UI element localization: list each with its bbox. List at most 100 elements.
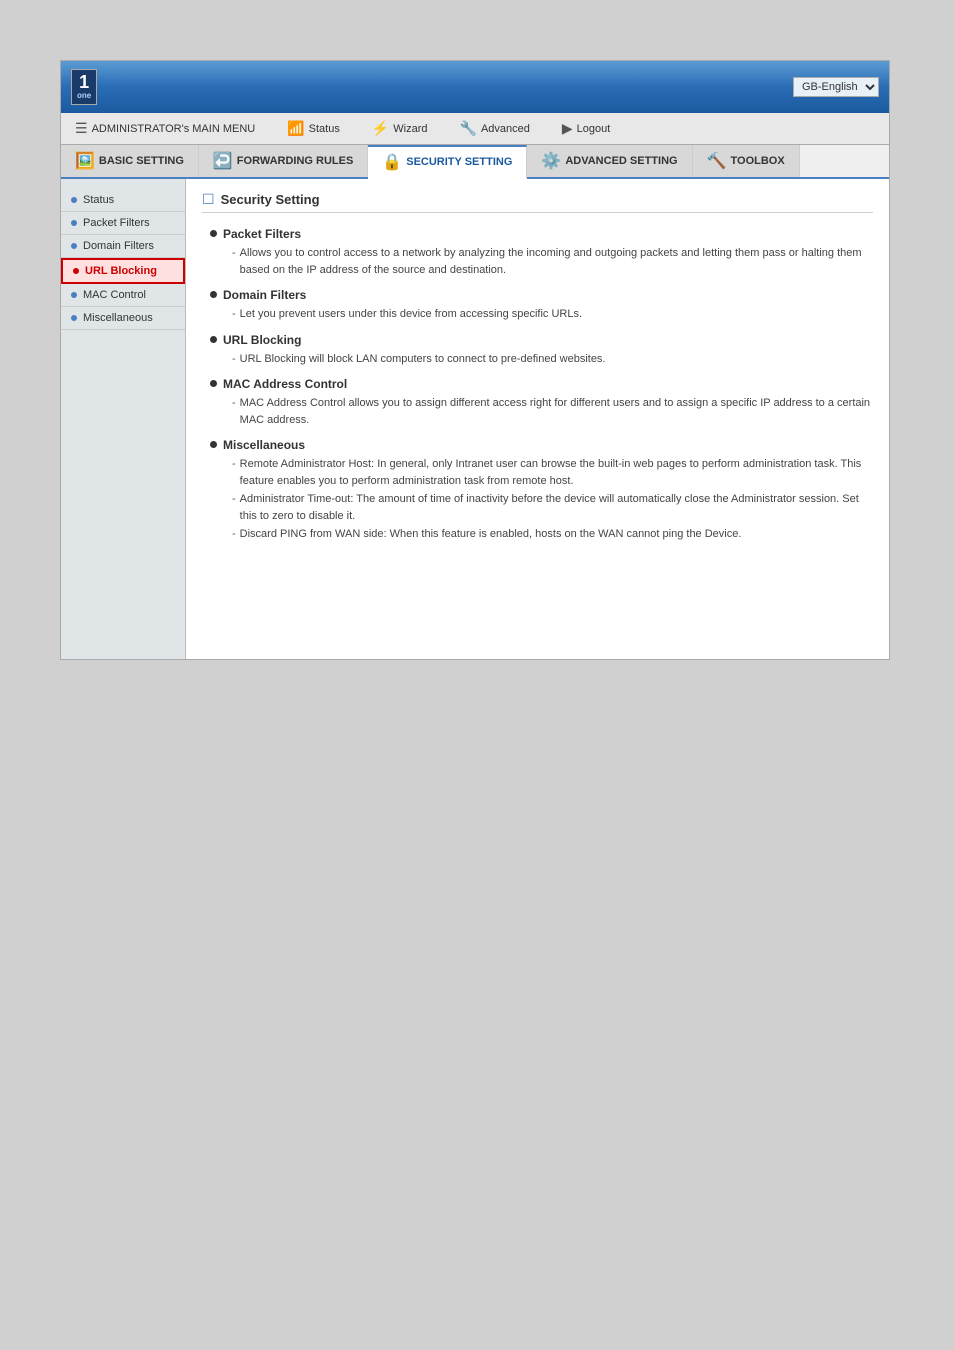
menu-icon: ☰ — [75, 120, 88, 137]
advanced-nav-icon: 🔧 — [460, 120, 477, 137]
desc-text-misc-2: Discard PING from WAN side: When this fe… — [240, 526, 742, 543]
desc-text-misc-0: Remote Administrator Host: In general, o… — [240, 456, 873, 489]
tab-advanced-setting[interactable]: ⚙️ ADVANCED SETTING — [527, 145, 692, 177]
nav-item-main-menu[interactable]: ☰ ADMINISTRATOR's MAIN MENU — [69, 116, 261, 141]
nav-item-wizard[interactable]: ⚡ Wizard — [366, 116, 434, 141]
nav-status-label: Status — [309, 123, 340, 135]
dash-icon: - — [232, 456, 236, 473]
sidebar-item-miscellaneous[interactable]: Miscellaneous — [61, 307, 185, 330]
dash-icon: - — [232, 526, 236, 543]
tab-basic-setting-label: BASIC SETTING — [99, 155, 184, 167]
tab-security-setting-label: SECURITY SETTING — [406, 156, 512, 168]
feature-desc-miscellaneous: - Remote Administrator Host: In general,… — [232, 456, 873, 543]
nav-item-status[interactable]: 📶 Status — [281, 116, 346, 141]
feature-title-mac-address-control: MAC Address Control — [210, 377, 873, 391]
sidebar-bullet-miscellaneous — [71, 315, 77, 321]
feature-title-miscellaneous: Miscellaneous — [210, 438, 873, 452]
sidebar-mac-control-label: MAC Control — [83, 289, 146, 301]
desc-item: - MAC Address Control allows you to assi… — [232, 395, 873, 428]
tab-security-setting[interactable]: 🔒 SECURITY SETTING — [368, 145, 527, 179]
nav-main-menu-label: ADMINISTRATOR's MAIN MENU — [92, 123, 256, 135]
dash-icon: - — [232, 491, 236, 508]
sidebar-bullet-packet-filters — [71, 220, 77, 226]
sidebar-item-domain-filters[interactable]: Domain Filters — [61, 235, 185, 258]
dash-icon: - — [232, 395, 236, 412]
sidebar-item-mac-control[interactable]: MAC Control — [61, 284, 185, 307]
tab-forwarding-rules-label: FORWARDING RULES — [237, 155, 354, 167]
desc-item-misc-0: - Remote Administrator Host: In general,… — [232, 456, 873, 489]
desc-item: - URL Blocking will block LAN computers … — [232, 351, 873, 368]
sidebar-miscellaneous-label: Miscellaneous — [83, 312, 153, 324]
basic-setting-icon: 🖼️ — [75, 151, 95, 171]
feature-list: Packet Filters - Allows you to control a… — [202, 227, 873, 543]
desc-item: - Allows you to control access to a netw… — [232, 245, 873, 278]
dash-icon: - — [232, 245, 236, 262]
lang-select-wrap: GB-English — [793, 77, 879, 97]
feature-desc-domain-filters: - Let you prevent users under this devic… — [232, 306, 873, 323]
desc-item: - Let you prevent users under this devic… — [232, 306, 873, 323]
desc-text-mac-address-control: MAC Address Control allows you to assign… — [240, 395, 873, 428]
sidebar-url-blocking-label: URL Blocking — [85, 265, 157, 277]
feature-desc-packet-filters: - Allows you to control access to a netw… — [232, 245, 873, 278]
tab-bar: 🖼️ BASIC SETTING ↩️ FORWARDING RULES 🔒 S… — [61, 145, 889, 179]
bullet-domain-filters — [210, 291, 217, 298]
nav-advanced-label: Advanced — [481, 123, 530, 135]
desc-text-url-blocking: URL Blocking will block LAN computers to… — [240, 351, 606, 368]
sidebar-bullet-status — [71, 197, 77, 203]
bullet-miscellaneous — [210, 441, 217, 448]
bullet-mac-address-control — [210, 380, 217, 387]
logo-one-text: one — [77, 91, 91, 101]
content-area: Status Packet Filters Domain Filters URL… — [61, 179, 889, 659]
status-nav-icon: 📶 — [287, 120, 304, 137]
nav-wizard-label: Wizard — [393, 123, 427, 135]
tab-toolbox[interactable]: 🔨 TOOLBOX — [693, 145, 800, 177]
tab-basic-setting[interactable]: 🖼️ BASIC SETTING — [61, 145, 199, 177]
section-icon: ☐ — [202, 191, 215, 208]
sidebar-item-packet-filters[interactable]: Packet Filters — [61, 212, 185, 235]
wizard-nav-icon: ⚡ — [372, 120, 389, 137]
language-select[interactable]: GB-English — [793, 77, 879, 97]
main-nav: ☰ ADMINISTRATOR's MAIN MENU 📶 Status ⚡ W… — [61, 113, 889, 145]
feature-title-domain-filters: Domain Filters — [210, 288, 873, 302]
feature-title-packet-filters: Packet Filters — [210, 227, 873, 241]
desc-item-misc-1: - Administrator Time-out: The amount of … — [232, 491, 873, 524]
bullet-url-blocking — [210, 336, 217, 343]
sidebar-item-status[interactable]: Status — [61, 189, 185, 212]
tab-toolbox-label: TOOLBOX — [731, 155, 785, 167]
sidebar-item-url-blocking[interactable]: URL Blocking — [61, 258, 185, 284]
sidebar-bullet-mac-control — [71, 292, 77, 298]
tab-forwarding-rules[interactable]: ↩️ FORWARDING RULES — [199, 145, 368, 177]
sidebar-bullet-url-blocking — [73, 268, 79, 274]
security-setting-icon: 🔒 — [382, 152, 402, 172]
dash-icon: - — [232, 351, 236, 368]
desc-text-packet-filters: Allows you to control access to a networ… — [240, 245, 873, 278]
nav-item-logout[interactable]: ▶ Logout — [556, 116, 616, 141]
sidebar-status-label: Status — [83, 194, 114, 206]
logo-area: 1 one — [71, 69, 97, 105]
tab-advanced-setting-label: ADVANCED SETTING — [565, 155, 677, 167]
sidebar-packet-filters-label: Packet Filters — [83, 217, 150, 229]
desc-text-domain-filters: Let you prevent users under this device … — [240, 306, 582, 323]
sidebar-bullet-domain-filters — [71, 243, 77, 249]
nav-logout-label: Logout — [577, 123, 611, 135]
dash-icon: - — [232, 306, 236, 323]
desc-item-misc-2: - Discard PING from WAN side: When this … — [232, 526, 873, 543]
forwarding-rules-icon: ↩️ — [213, 151, 233, 171]
toolbox-icon: 🔨 — [707, 151, 727, 171]
logout-nav-icon: ▶ — [562, 120, 573, 137]
sidebar: Status Packet Filters Domain Filters URL… — [61, 179, 186, 659]
sidebar-domain-filters-label: Domain Filters — [83, 240, 154, 252]
logo-icon: 1 — [79, 73, 89, 91]
feature-packet-filters: Packet Filters - Allows you to control a… — [210, 227, 873, 278]
feature-domain-filters: Domain Filters - Let you prevent users u… — [210, 288, 873, 323]
feature-miscellaneous: Miscellaneous - Remote Administrator Hos… — [210, 438, 873, 543]
section-title-bar: ☐ Security Setting — [202, 191, 873, 213]
advanced-setting-icon: ⚙️ — [541, 151, 561, 171]
feature-url-blocking: URL Blocking - URL Blocking will block L… — [210, 333, 873, 368]
header-bar: 1 one GB-English — [61, 61, 889, 113]
section-title: Security Setting — [221, 192, 320, 207]
main-content: ☐ Security Setting Packet Filters - — [186, 179, 889, 659]
nav-item-advanced[interactable]: 🔧 Advanced — [454, 116, 536, 141]
desc-text-misc-1: Administrator Time-out: The amount of ti… — [240, 491, 873, 524]
bullet-packet-filters — [210, 230, 217, 237]
